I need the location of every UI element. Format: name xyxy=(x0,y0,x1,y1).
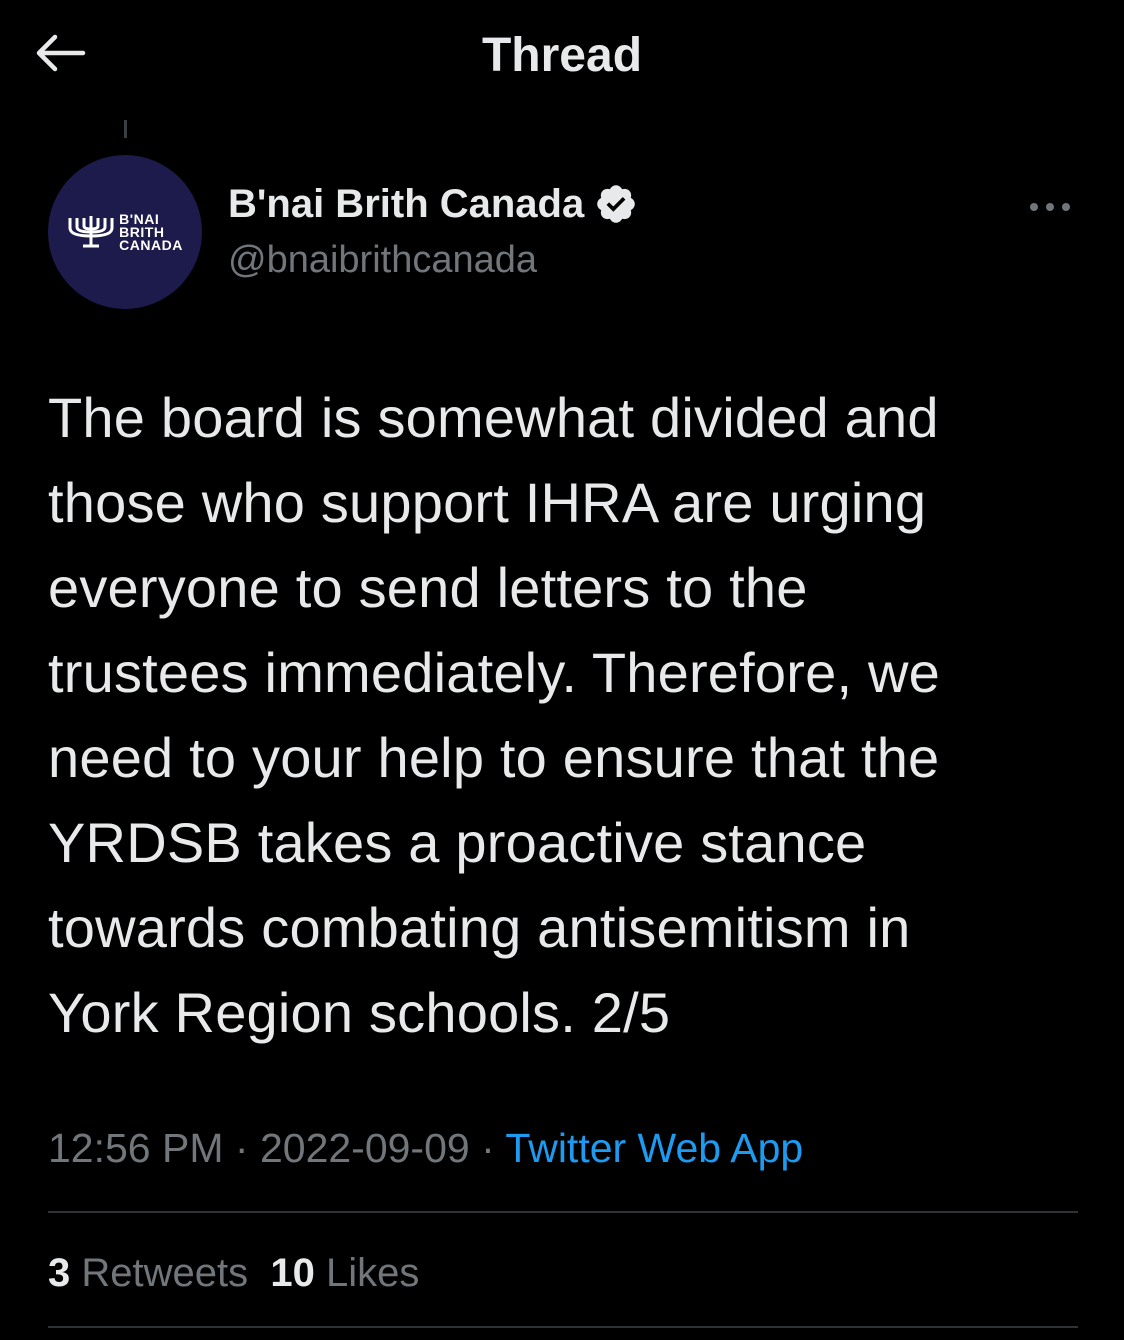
divider xyxy=(48,1326,1078,1328)
divider xyxy=(48,1211,1078,1213)
author-handle[interactable]: @bnaibrithcanada xyxy=(228,236,537,284)
author-name[interactable]: B'nai Brith Canada xyxy=(228,180,638,228)
retweets-stat[interactable]: 3 Retweets xyxy=(48,1251,248,1295)
more-options-button[interactable] xyxy=(1020,190,1080,224)
thread-connector-line xyxy=(124,120,127,138)
tweet-text: The board is somewhat divided and those … xyxy=(48,386,940,1044)
separator: · xyxy=(234,1125,249,1171)
likes-count: 10 xyxy=(270,1251,315,1295)
author-name-text: B'nai Brith Canada xyxy=(228,182,585,226)
retweets-label: Retweets xyxy=(81,1251,249,1295)
avatar[interactable]: B'NAI BRITH CANADA xyxy=(48,155,202,309)
separator: · xyxy=(481,1125,495,1171)
tweet-date[interactable]: 2022-09-09 xyxy=(260,1125,470,1171)
engagement-stats: 3 Retweets 10 Likes xyxy=(48,1243,419,1303)
tweet-time[interactable]: 12:56 PM xyxy=(48,1125,224,1171)
top-bar: Thread xyxy=(0,0,1124,110)
likes-stat[interactable]: 10 Likes xyxy=(270,1251,419,1295)
more-horizontal-icon xyxy=(1030,203,1070,211)
tweet-source-link[interactable]: Twitter Web App xyxy=(505,1125,803,1171)
organization-logo: B'NAI BRITH CANADA xyxy=(67,210,183,253)
tweet-metadata: 12:56 PM · 2022-09-09 · Twitter Web App xyxy=(48,1118,803,1178)
logo-text: B'NAI BRITH CANADA xyxy=(119,210,183,253)
verified-badge-icon xyxy=(594,182,638,226)
menorah-icon xyxy=(68,216,114,248)
retweets-count: 3 xyxy=(48,1251,71,1295)
page-title: Thread xyxy=(481,29,643,82)
likes-label: Likes xyxy=(325,1251,420,1295)
